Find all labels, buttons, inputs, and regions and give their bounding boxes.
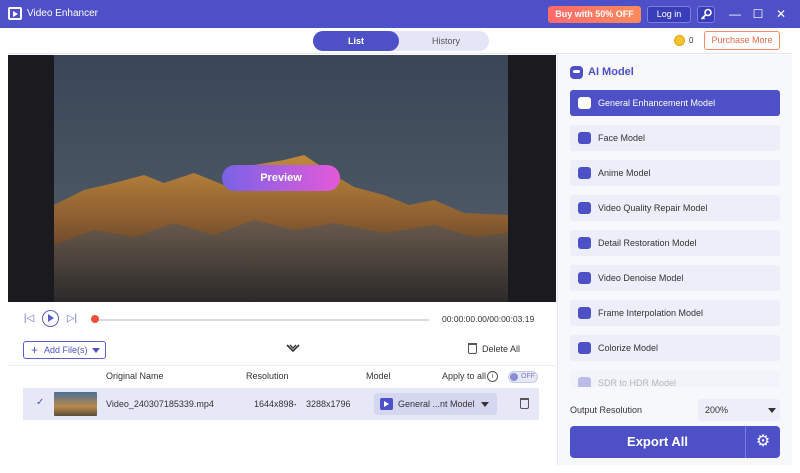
model-colorize[interactable]: Colorize Model: [570, 335, 780, 361]
toggle-knob: [510, 373, 518, 381]
model-label: Face Model: [598, 133, 646, 143]
table-header: Original Name Resolution Model Apply to …: [8, 365, 556, 387]
video-thumbnail: [54, 392, 97, 416]
tab-history[interactable]: History: [403, 31, 489, 51]
ai-model-panel: AI Model General Enhancement Model Face …: [557, 55, 792, 465]
close-button[interactable]: ✕: [771, 5, 791, 23]
view-tabs: List History: [313, 31, 489, 51]
output-resolution-label: Output Resolution: [570, 405, 643, 415]
detail-icon: [578, 237, 591, 249]
toggle-state: OFF: [521, 373, 535, 380]
coin-icon: [674, 35, 685, 46]
title-bar: Video Enhancer Buy with 50% OFF Log in —…: [0, 0, 800, 28]
credit-count: 0: [689, 36, 694, 45]
column-model: Model: [366, 371, 391, 381]
model-label: Video Quality Repair Model: [598, 203, 708, 213]
main-panel: Preview |◁ ▷| 00:00:00.00/00:00:03.19 + …: [8, 55, 556, 465]
model-label: Video Denoise Model: [598, 273, 684, 283]
collapse-icon[interactable]: [286, 344, 300, 354]
tab-list[interactable]: List: [313, 31, 399, 51]
delete-all-label: Delete All: [482, 344, 521, 354]
robot-icon: [570, 66, 583, 79]
colorize-icon: [578, 342, 591, 354]
model-face[interactable]: Face Model: [570, 125, 780, 151]
preview-button[interactable]: Preview: [222, 165, 340, 191]
progress-track[interactable]: [95, 319, 429, 321]
time-readout: 00:00:00.00/00:00:03.19: [442, 314, 535, 324]
file-name: Video_240307185339.mp4: [106, 399, 214, 409]
denoise-icon: [578, 272, 591, 284]
delete-all-button[interactable]: Delete All: [468, 343, 521, 354]
add-files-label: Add File(s): [44, 345, 88, 355]
next-frame-icon[interactable]: ▷|: [65, 312, 79, 326]
model-general-enhancement[interactable]: General Enhancement Model: [570, 90, 780, 116]
row-model-value: General ...nt Model: [398, 399, 475, 409]
info-icon[interactable]: i: [487, 371, 498, 382]
previous-frame-icon[interactable]: |◁: [22, 312, 36, 326]
login-button[interactable]: Log in: [647, 6, 691, 23]
checkmark-icon[interactable]: ✓: [36, 397, 44, 408]
column-resolution: Resolution: [246, 371, 289, 381]
model-label: Detail Restoration Model: [598, 238, 697, 248]
ai-model-title: AI Model: [588, 66, 634, 78]
column-original-name: Original Name: [106, 371, 164, 381]
resolution-output: 3288x1796: [306, 399, 351, 409]
apply-to-all-toggle[interactable]: OFF: [508, 371, 538, 383]
trash-icon[interactable]: [520, 398, 529, 409]
output-resolution-value: 200%: [705, 405, 729, 415]
row-model-select[interactable]: General ...nt Model: [374, 393, 497, 415]
app-window: Video Enhancer Buy with 50% OFF Log in —…: [0, 0, 800, 473]
arrow-right-icon: →: [290, 399, 298, 408]
export-all-group: Export All ⚙: [570, 426, 780, 458]
model-video-quality-repair[interactable]: Video Quality Repair Model: [570, 195, 780, 221]
app-logo-icon: [8, 7, 22, 20]
model-label: General Enhancement Model: [598, 98, 716, 108]
model-frame-interpolation[interactable]: Frame Interpolation Model: [570, 300, 780, 326]
model-anime[interactable]: Anime Model: [570, 160, 780, 186]
model-label: SDR to HDR Model: [598, 378, 677, 387]
play-button[interactable]: [42, 310, 59, 327]
anime-icon: [578, 167, 591, 179]
buy-discount-button[interactable]: Buy with 50% OFF: [548, 6, 641, 23]
enhance-icon: [380, 398, 393, 410]
file-toolbar: + Add File(s) Delete All: [8, 337, 556, 365]
playback-controls: |◁ ▷| 00:00:00.00/00:00:03.19: [8, 302, 556, 337]
hdr-icon: [578, 377, 591, 387]
model-detail-restoration[interactable]: Detail Restoration Model: [570, 230, 780, 256]
resolution-original: 1644x898: [254, 399, 294, 409]
chevron-down-icon: [92, 348, 100, 353]
tab-bar: List History 0 Purchase More: [8, 28, 792, 54]
model-label: Colorize Model: [598, 343, 659, 353]
maximize-button[interactable]: ☐: [748, 5, 768, 23]
face-icon: [578, 132, 591, 144]
table-row[interactable]: ✓ Video_240307185339.mp4 1644x898 → 3288…: [23, 388, 539, 420]
video-preview-area: Preview: [8, 55, 556, 302]
app-title: Video Enhancer: [27, 8, 98, 19]
purchase-more-button[interactable]: Purchase More: [704, 31, 780, 50]
trash-icon: [468, 343, 477, 354]
model-sdr-to-hdr[interactable]: SDR to HDR Model: [570, 370, 780, 387]
chevron-down-icon: [481, 402, 489, 407]
add-files-button[interactable]: + Add File(s): [23, 341, 106, 359]
model-label: Frame Interpolation Model: [598, 308, 704, 318]
progress-handle[interactable]: [91, 315, 99, 323]
repair-icon: [578, 202, 591, 214]
enhance-icon: [578, 97, 591, 109]
key-icon: [700, 8, 712, 20]
export-settings-gear-icon[interactable]: ⚙: [746, 426, 780, 458]
frame-icon: [578, 307, 591, 319]
plus-icon: +: [31, 343, 39, 357]
output-resolution-select[interactable]: 200%: [698, 399, 780, 421]
model-label: Anime Model: [598, 168, 651, 178]
export-all-button[interactable]: Export All: [570, 426, 745, 458]
apply-to-all-label: Apply to all: [442, 371, 487, 381]
minimize-button[interactable]: —: [725, 5, 745, 23]
model-video-denoise[interactable]: Video Denoise Model: [570, 265, 780, 291]
chevron-down-icon: [768, 408, 776, 413]
register-key-button[interactable]: [697, 6, 715, 23]
